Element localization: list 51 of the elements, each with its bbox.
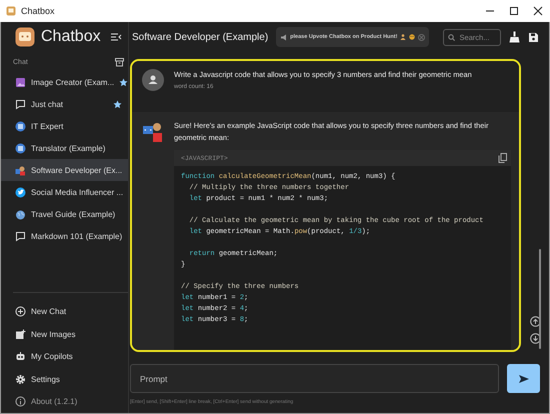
- session-item[interactable]: Just chat: [1, 93, 128, 115]
- collapse-menu-icon[interactable]: [110, 32, 122, 42]
- chat-bubble-icon: [15, 230, 26, 242]
- send-icon: [518, 374, 530, 384]
- close-icon: [533, 6, 543, 16]
- maximize-icon: [509, 6, 519, 16]
- menu-item[interactable]: New Chat: [1, 300, 128, 323]
- avatar-icon: [15, 142, 26, 154]
- session-item[interactable]: IT Expert: [1, 115, 128, 137]
- save-icon[interactable]: [528, 32, 540, 42]
- scroll-down-icon[interactable]: [530, 333, 540, 344]
- star-icon[interactable]: [113, 100, 122, 108]
- person-icon: [400, 34, 406, 40]
- app-name: Chatbox: [41, 28, 102, 46]
- megaphone-icon: [280, 34, 288, 40]
- scroll-up-icon[interactable]: [530, 316, 540, 327]
- session-item[interactable]: Image Creator (Exam...: [1, 71, 128, 93]
- app-icon: [6, 6, 16, 16]
- session-item[interactable]: Markdown 101 (Example): [1, 225, 128, 247]
- session-item[interactable]: Translator (Example): [1, 137, 128, 159]
- broom-icon[interactable]: [509, 31, 520, 43]
- settings-icon: [15, 374, 26, 385]
- menu-item[interactable]: New Images: [1, 323, 128, 346]
- send-button[interactable]: [507, 364, 540, 393]
- prompt-field[interactable]: Prompt: [130, 364, 499, 393]
- bird-icon: [15, 186, 26, 198]
- menu-item[interactable]: Settings: [1, 368, 128, 390]
- image-icon: [15, 76, 26, 88]
- copy-icon[interactable]: [498, 153, 507, 163]
- scrollbar[interactable]: [539, 249, 541, 349]
- chat-logo-icon: [15, 27, 35, 47]
- archive-icon[interactable]: [115, 58, 124, 67]
- session-item[interactable]: Software Developer (Ex...: [1, 159, 128, 181]
- info-icon: [15, 396, 26, 408]
- chat-title: Software Developer (Example): [132, 32, 268, 42]
- star-icon[interactable]: [119, 78, 128, 86]
- globe-icon: [15, 208, 26, 220]
- menu-item[interactable]: My Copilots: [1, 346, 128, 368]
- avatar-icon: [15, 120, 26, 132]
- developer-avatar-icon: [15, 164, 26, 176]
- plus-circle-icon: [15, 306, 26, 318]
- session-item[interactable]: Social Media Influencer ...: [1, 181, 128, 203]
- session-item[interactable]: Travel Guide (Example): [1, 203, 128, 225]
- user-avatar-icon: [142, 69, 164, 91]
- image-add-icon: [15, 328, 26, 340]
- search-icon: [448, 34, 456, 40]
- developer-avatar-icon: [142, 120, 164, 142]
- window-title: Chatbox: [21, 6, 55, 16]
- chat-bubble-icon: [15, 98, 26, 110]
- robot-icon: [15, 351, 26, 362]
- smiley-icon: [409, 34, 416, 40]
